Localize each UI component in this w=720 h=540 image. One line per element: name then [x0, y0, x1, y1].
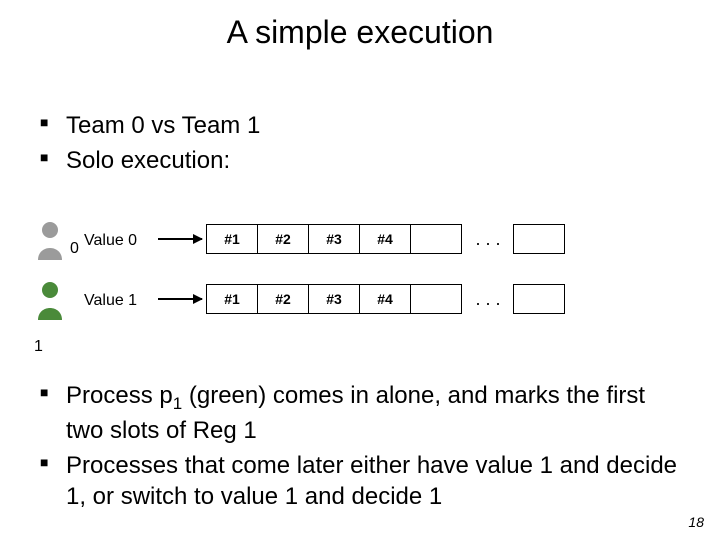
- ellipsis: . . .: [462, 284, 514, 314]
- value-label: Value 0: [84, 232, 137, 250]
- reg-cell: #1: [206, 224, 258, 254]
- arrow-icon: [158, 238, 202, 240]
- reg-cell: #4: [359, 224, 411, 254]
- person-label: 1: [34, 338, 43, 356]
- bullet-item: Solo execution:: [40, 145, 680, 176]
- page-number: 18: [688, 514, 704, 530]
- reg-cell: #1: [206, 284, 258, 314]
- person-label: 0: [70, 240, 79, 258]
- register-cells: #1 #2 #3 #4 . . .: [206, 284, 565, 314]
- reg-cell: [513, 224, 565, 254]
- reg-cell: #2: [257, 284, 309, 314]
- top-bullet-list: Team 0 vs Team 1 Solo execution:: [40, 110, 680, 180]
- bullet-text: Process p: [66, 382, 173, 409]
- bullet-item: Team 0 vs Team 1: [40, 110, 680, 141]
- execution-row: 0 Value 0 #1 #2 #3 #4 . . .: [30, 224, 690, 274]
- bullet-item: Processes that come later either have va…: [40, 450, 680, 512]
- reg-cell: #4: [359, 284, 411, 314]
- reg-cell: #2: [257, 224, 309, 254]
- slide-title: A simple execution: [0, 14, 720, 51]
- execution-row: 1 Value 1 #1 #2 #3 #4 . . .: [30, 284, 690, 334]
- subscript: 1: [173, 394, 182, 413]
- reg-cell: #3: [308, 284, 360, 314]
- reg-cell: #3: [308, 224, 360, 254]
- arrow-icon: [158, 298, 202, 300]
- reg-cell: [410, 284, 462, 314]
- ellipsis: . . .: [462, 224, 514, 254]
- bottom-bullet-list: Process p1 (green) comes in alone, and m…: [40, 380, 680, 516]
- register-cells: #1 #2 #3 #4 . . .: [206, 224, 565, 254]
- slide: A simple execution Team 0 vs Team 1 Solo…: [0, 0, 720, 540]
- value-label: Value 1: [84, 292, 137, 310]
- bullet-item: Process p1 (green) comes in alone, and m…: [40, 380, 680, 446]
- reg-cell: [513, 284, 565, 314]
- person-icon: [34, 220, 66, 260]
- person-icon: [34, 280, 66, 320]
- bullet-text: Processes that come later either have va…: [66, 452, 677, 510]
- reg-cell: [410, 224, 462, 254]
